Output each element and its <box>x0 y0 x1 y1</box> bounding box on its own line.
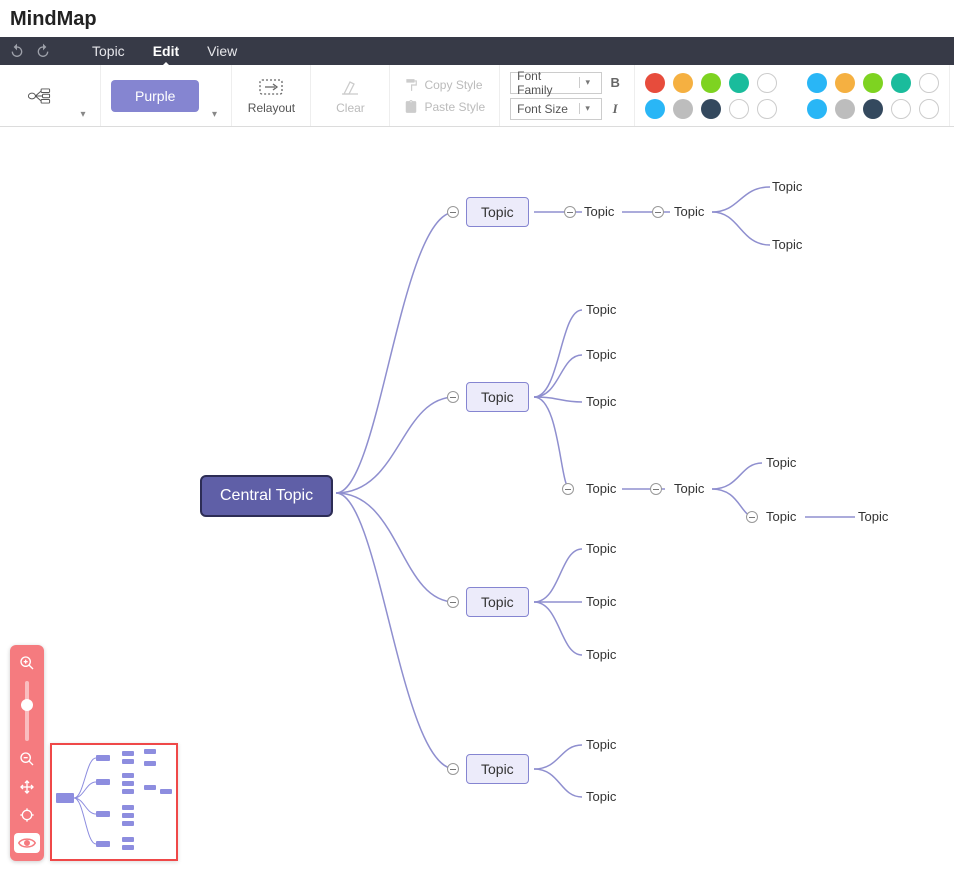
collapse-toggle[interactable] <box>652 206 664 218</box>
leaf-topic[interactable]: Topic <box>674 481 704 496</box>
zoom-out-icon <box>19 751 35 767</box>
collapse-toggle[interactable] <box>564 206 576 218</box>
leaf-topic[interactable]: Topic <box>586 789 616 804</box>
leaf-topic[interactable]: Topic <box>586 347 616 362</box>
toolbar: ▾ Purple ▾ Relayout Clear Copy Style <box>0 65 954 127</box>
leaf-topic[interactable]: Topic <box>772 179 802 194</box>
color-swatch[interactable] <box>835 99 855 119</box>
clear-icon <box>338 77 362 97</box>
node-central[interactable]: Central Topic <box>200 475 333 517</box>
theme-button[interactable]: Purple <box>111 80 199 112</box>
layout-style-button[interactable] <box>10 68 68 124</box>
minimap[interactable] <box>50 743 178 861</box>
leaf-topic[interactable]: Topic <box>586 394 616 409</box>
node-topic[interactable]: Topic <box>466 754 529 784</box>
color-swatch[interactable] <box>701 99 721 119</box>
relayout-button[interactable]: Relayout <box>242 68 300 124</box>
leaf-topic[interactable]: Topic <box>586 647 616 662</box>
color-swatch[interactable] <box>757 73 777 93</box>
navigator-panel <box>10 645 178 861</box>
leaf-topic[interactable]: Topic <box>766 455 796 470</box>
undo-button[interactable] <box>6 41 28 61</box>
paste-style-button[interactable]: Paste Style <box>400 98 489 116</box>
color-swatch[interactable] <box>863 99 883 119</box>
italic-button[interactable]: I <box>606 98 624 120</box>
fit-button[interactable] <box>17 805 37 825</box>
move-icon <box>19 779 35 795</box>
color-swatch[interactable] <box>673 73 693 93</box>
color-swatch[interactable] <box>807 73 827 93</box>
copy-style-button[interactable]: Copy Style <box>400 76 489 94</box>
menu-view[interactable]: View <box>195 39 249 63</box>
zoom-in-icon <box>19 655 35 671</box>
layout-icon <box>27 86 51 106</box>
relayout-icon <box>259 77 283 97</box>
theme-dropdown[interactable]: ▾ <box>207 109 221 120</box>
leaf-topic[interactable]: Topic <box>586 541 616 556</box>
collapse-toggle[interactable] <box>447 391 459 403</box>
paste-icon <box>404 100 418 114</box>
color-swatch[interactable] <box>891 73 911 93</box>
collapse-toggle[interactable] <box>447 596 459 608</box>
menu-bar: Topic Edit View <box>0 37 954 65</box>
leaf-topic[interactable]: Topic <box>772 237 802 252</box>
leaf-topic[interactable]: Topic <box>584 204 614 219</box>
font-family-select[interactable]: Font Family▾ <box>510 72 602 94</box>
minimap-toggle[interactable] <box>14 833 40 853</box>
mindmap-canvas[interactable]: Central Topic Topic Topic Topic Topic To… <box>0 127 954 871</box>
redo-button[interactable] <box>32 41 54 61</box>
clear-button[interactable]: Clear <box>321 68 379 124</box>
collapse-toggle[interactable] <box>746 511 758 523</box>
color-swatch[interactable] <box>807 99 827 119</box>
layout-dropdown[interactable]: ▾ <box>76 109 90 120</box>
color-swatch[interactable] <box>919 73 939 93</box>
color-swatch[interactable] <box>645 73 665 93</box>
eye-icon <box>18 836 36 850</box>
menu-topic[interactable]: Topic <box>80 39 137 63</box>
relayout-label: Relayout <box>248 101 295 115</box>
leaf-topic[interactable]: Topic <box>674 204 704 219</box>
color-swatch[interactable] <box>919 99 939 119</box>
font-size-select[interactable]: Font Size▾ <box>510 98 602 120</box>
color-swatch[interactable] <box>757 99 777 119</box>
redo-icon <box>35 43 51 59</box>
zoom-out-button[interactable] <box>17 749 37 769</box>
color-swatch[interactable] <box>863 73 883 93</box>
collapse-toggle[interactable] <box>562 483 574 495</box>
color-swatch[interactable] <box>729 73 749 93</box>
collapse-toggle[interactable] <box>650 483 662 495</box>
clear-label: Clear <box>336 101 365 115</box>
collapse-toggle[interactable] <box>447 206 459 218</box>
leaf-topic[interactable]: Topic <box>586 594 616 609</box>
collapse-toggle[interactable] <box>447 763 459 775</box>
node-topic[interactable]: Topic <box>466 197 529 227</box>
undo-icon <box>9 43 25 59</box>
color-swatch[interactable] <box>701 73 721 93</box>
leaf-topic[interactable]: Topic <box>586 481 616 496</box>
pan-button[interactable] <box>17 777 37 797</box>
leaf-topic[interactable]: Topic <box>586 737 616 752</box>
color-swatch[interactable] <box>835 73 855 93</box>
target-icon <box>19 807 35 823</box>
color-palette <box>635 65 950 126</box>
leaf-topic[interactable]: Topic <box>858 509 888 524</box>
leaf-topic[interactable]: Topic <box>586 302 616 317</box>
color-swatch[interactable] <box>645 99 665 119</box>
leaf-topic[interactable]: Topic <box>766 509 796 524</box>
paint-roller-icon <box>404 78 418 92</box>
zoom-strip <box>10 645 44 861</box>
node-topic[interactable]: Topic <box>466 587 529 617</box>
zoom-in-button[interactable] <box>17 653 37 673</box>
node-topic[interactable]: Topic <box>466 382 529 412</box>
zoom-slider[interactable] <box>25 681 29 741</box>
color-swatch[interactable] <box>729 99 749 119</box>
menu-edit[interactable]: Edit <box>141 39 191 63</box>
color-swatch[interactable] <box>673 99 693 119</box>
color-swatch[interactable] <box>891 99 911 119</box>
bold-button[interactable]: B <box>606 72 624 94</box>
app-title: MindMap <box>0 0 954 37</box>
